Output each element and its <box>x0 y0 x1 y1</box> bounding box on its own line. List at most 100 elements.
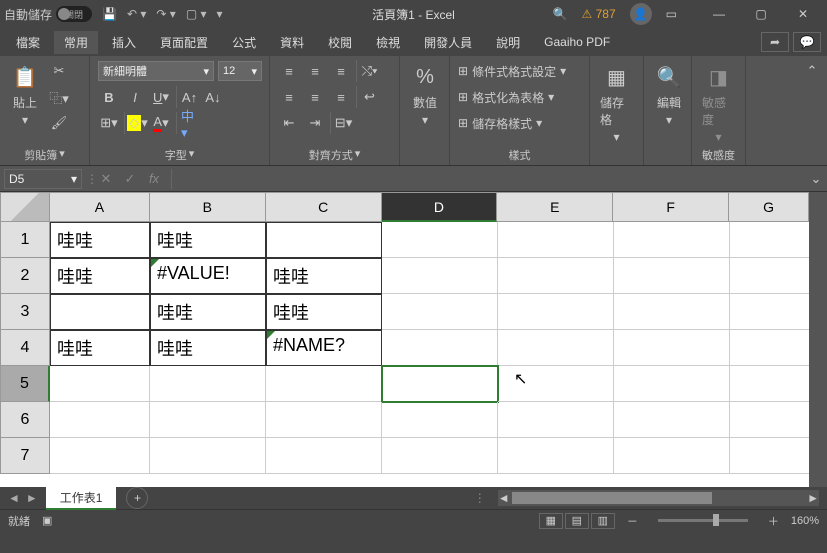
cell-B6[interactable] <box>150 402 266 438</box>
borders-button[interactable]: ⊞▾ <box>98 112 120 134</box>
row-header-1[interactable]: 1 <box>0 222 50 258</box>
cell-B1[interactable]: 哇哇 <box>150 222 266 258</box>
qat-more[interactable]: ▾ <box>217 7 223 21</box>
cell-D6[interactable] <box>382 402 498 438</box>
row-header-3[interactable]: 3 <box>0 294 50 330</box>
zoom-in-button[interactable]: ＋ <box>768 513 779 529</box>
search-icon[interactable]: 🔍 <box>553 7 568 21</box>
cell-B7[interactable] <box>150 438 266 474</box>
cell-C2[interactable]: 哇哇 <box>266 258 382 294</box>
wrap-text-icon[interactable]: ↩ <box>356 86 378 108</box>
macro-record-icon[interactable]: ▣ <box>42 514 52 527</box>
copy-icon[interactable]: ⿻▾ <box>48 86 70 108</box>
zoom-level[interactable]: 160% <box>791 515 819 527</box>
cell-styles-button[interactable]: ⊞ 儲存格樣式 ▾ <box>458 112 542 134</box>
phonetic-button[interactable]: 中▾ <box>176 112 198 134</box>
collapse-ribbon-icon[interactable]: ⌃ <box>801 60 823 82</box>
tab-formula[interactable]: 公式 <box>222 31 266 54</box>
horizontal-scrollbar[interactable]: ◄► <box>498 490 819 506</box>
cell-B5[interactable] <box>150 366 266 402</box>
column-header-C[interactable]: C <box>266 192 382 222</box>
indent-inc-icon[interactable]: ⇥ <box>304 112 326 134</box>
fx-icon[interactable]: fx <box>143 168 165 190</box>
cell-G6[interactable] <box>730 402 810 438</box>
cell-A1[interactable]: 哇哇 <box>50 222 150 258</box>
row-header-4[interactable]: 4 <box>0 330 50 366</box>
tab-data[interactable]: 資料 <box>270 31 314 54</box>
camera-icon[interactable]: ▢ ▾ <box>186 7 207 21</box>
cell-C3[interactable]: 哇哇 <box>266 294 382 330</box>
cell-E3[interactable] <box>498 294 614 330</box>
view-pagebreak-icon[interactable]: ▥ <box>591 513 615 529</box>
tab-dev[interactable]: 開發人員 <box>414 31 482 54</box>
paste-button[interactable]: 📋 貼上▾ <box>8 60 42 129</box>
cell-C6[interactable] <box>266 402 382 438</box>
cell-A3[interactable] <box>50 294 150 330</box>
cell-F3[interactable] <box>614 294 730 330</box>
cut-icon[interactable]: ✂ <box>48 60 70 82</box>
align-right-icon[interactable]: ≡ <box>330 86 352 108</box>
cancel-formula-icon[interactable]: ✕ <box>95 168 117 190</box>
cell-G4[interactable] <box>730 330 810 366</box>
row-header-7[interactable]: 7 <box>0 438 50 474</box>
comments-button[interactable]: 💬 <box>793 32 821 52</box>
underline-button[interactable]: U▾ <box>150 86 172 108</box>
merge-icon[interactable]: ⊟▾ <box>330 112 352 134</box>
cell-D3[interactable] <box>382 294 498 330</box>
format-painter-icon[interactable]: 🖌 <box>48 112 70 134</box>
cell-G7[interactable] <box>730 438 810 474</box>
row-header-2[interactable]: 2 <box>0 258 50 294</box>
format-as-table-button[interactable]: ⊞ 格式化為表格 ▾ <box>458 86 554 108</box>
maximize-button[interactable]: ▢ <box>741 2 781 26</box>
column-header-F[interactable]: F <box>613 192 729 222</box>
cell-D5[interactable] <box>382 366 498 402</box>
fill-color-button[interactable]: ◇▾ <box>124 112 146 134</box>
cell-E2[interactable] <box>498 258 614 294</box>
cell-E1[interactable] <box>498 222 614 258</box>
name-box[interactable]: D5▾ <box>4 169 82 189</box>
number-format-button[interactable]: % 數值▾ <box>408 60 442 129</box>
formula-input[interactable] <box>171 169 805 189</box>
minimize-button[interactable]: ― <box>699 2 739 26</box>
column-header-G[interactable]: G <box>729 192 809 222</box>
sheet-nav-next-icon[interactable]: ► <box>26 491 38 505</box>
cell-E7[interactable] <box>498 438 614 474</box>
cell-F1[interactable] <box>614 222 730 258</box>
cell-A7[interactable] <box>50 438 150 474</box>
cell-A6[interactable] <box>50 402 150 438</box>
cell-C4[interactable]: #NAME? <box>266 330 382 366</box>
cell-F4[interactable] <box>614 330 730 366</box>
font-name-combo[interactable]: 新細明體▾ <box>98 61 214 81</box>
cell-C7[interactable] <box>266 438 382 474</box>
cell-F7[interactable] <box>614 438 730 474</box>
column-header-A[interactable]: A <box>50 192 150 222</box>
add-sheet-button[interactable]: + <box>126 487 148 509</box>
tab-review[interactable]: 校閱 <box>318 31 362 54</box>
vertical-scrollbar[interactable] <box>809 192 827 487</box>
zoom-slider[interactable] <box>658 519 748 522</box>
row-header-5[interactable]: 5 <box>0 366 50 402</box>
tab-layout[interactable]: 頁面配置 <box>150 31 218 54</box>
shrink-font-button[interactable]: A↓ <box>202 86 224 108</box>
share-button[interactable]: ➦ <box>761 32 789 52</box>
sheet-nav-prev-icon[interactable]: ◄ <box>8 491 20 505</box>
align-top-icon[interactable]: ≡ <box>278 60 300 82</box>
tab-insert[interactable]: 插入 <box>102 31 146 54</box>
select-all-corner[interactable] <box>0 192 50 222</box>
column-header-E[interactable]: E <box>497 192 613 222</box>
cell-A5[interactable] <box>50 366 150 402</box>
cell-G5[interactable] <box>730 366 810 402</box>
align-mid-icon[interactable]: ≡ <box>304 60 326 82</box>
cell-B4[interactable]: 哇哇 <box>150 330 266 366</box>
cell-B2[interactable]: #VALUE! <box>150 258 266 294</box>
zoom-out-button[interactable]: － <box>627 513 638 529</box>
indent-dec-icon[interactable]: ⇤ <box>278 112 300 134</box>
warn-icon[interactable]: ⚠ 787 <box>582 7 616 21</box>
cell-G3[interactable] <box>730 294 810 330</box>
cell-F5[interactable] <box>614 366 730 402</box>
edit-button[interactable]: 🔍 編輯▾ <box>652 60 686 129</box>
cell-E5[interactable] <box>498 366 614 402</box>
cell-G1[interactable] <box>730 222 810 258</box>
column-header-D[interactable]: D <box>382 192 498 222</box>
tab-file[interactable]: 檔案 <box>6 31 50 54</box>
